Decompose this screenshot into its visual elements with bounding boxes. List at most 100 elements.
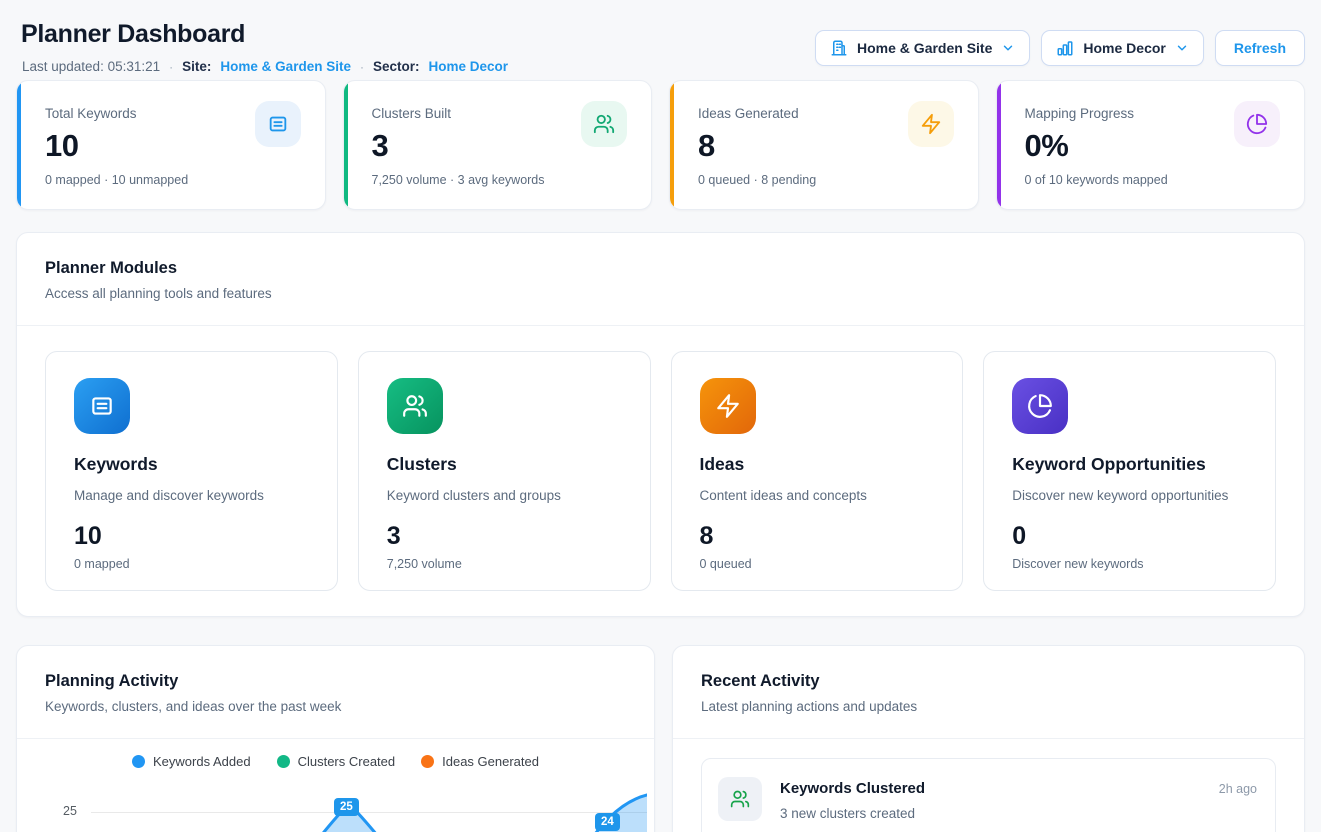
keywords-added-series (91, 786, 647, 832)
planner-dashboard-page: Planner Dashboard Last updated: 05:31:21… (0, 0, 1321, 832)
recent-activity-panel: Recent Activity Latest planning actions … (672, 645, 1305, 832)
building-icon (830, 39, 848, 57)
accent-bar (997, 81, 1001, 209)
legend-label: Keywords Added (153, 754, 251, 769)
activity-list-item: Keywords Clustered 3 new clusters create… (701, 758, 1276, 832)
legend-dot-icon (132, 755, 145, 768)
pie-chart-icon (1234, 101, 1280, 147)
chart-legend: Keywords Added Clusters Created Ideas Ge… (17, 754, 654, 769)
module-description: Keyword clusters and groups (387, 488, 561, 503)
sector-label: Sector: (373, 59, 420, 74)
stat-value: 8 (698, 128, 715, 164)
planning-activity-panel: Planning Activity Keywords, clusters, an… (16, 645, 655, 832)
module-card-keywords[interactable]: Keywords Manage and discover keywords 10… (45, 351, 338, 591)
recent-activity-title: Recent Activity (701, 672, 820, 691)
sector-selector-label: Home Decor (1083, 40, 1165, 56)
divider (17, 325, 1304, 326)
activity-timestamp: 2h ago (1219, 782, 1257, 796)
legend-dot-icon (277, 755, 290, 768)
stats-row: Total Keywords 10 0 mapped · 10 unmapped… (16, 80, 1305, 210)
document-lines-icon (74, 378, 130, 434)
module-card-keyword-opportunities[interactable]: Keyword Opportunities Discover new keywo… (983, 351, 1276, 591)
module-description: Manage and discover keywords (74, 488, 264, 503)
stat-label: Mapping Progress (1025, 106, 1135, 121)
lightning-icon (700, 378, 756, 434)
planner-modules-panel: Planner Modules Access all planning tool… (16, 232, 1305, 617)
stat-card-clusters-built: Clusters Built 3 7,250 volume · 3 avg ke… (343, 80, 653, 210)
meta-separator: · (360, 60, 364, 74)
toolbar: Home & Garden Site Home Decor Refresh (815, 30, 1305, 66)
pie-chart-icon (1012, 378, 1068, 434)
users-icon (718, 777, 762, 821)
legend-label: Clusters Created (298, 754, 396, 769)
module-detail: 0 mapped (74, 557, 130, 571)
accent-bar (17, 81, 21, 209)
users-icon (387, 378, 443, 434)
stat-value: 0% (1025, 128, 1069, 164)
stat-label: Total Keywords (45, 106, 137, 121)
meta-separator: · (169, 60, 173, 74)
last-updated-text: Last updated: 05:31:21 (22, 59, 160, 74)
stat-detail: 0 of 10 keywords mapped (1025, 173, 1168, 187)
module-title: Keywords (74, 454, 158, 475)
site-selector-label: Home & Garden Site (857, 40, 992, 56)
accent-bar (670, 81, 674, 209)
module-value: 3 (387, 522, 401, 551)
stat-value: 10 (45, 128, 78, 164)
stat-detail: 0 mapped · 10 unmapped (45, 173, 188, 187)
stat-card-mapping-progress: Mapping Progress 0% 0 of 10 keywords map… (996, 80, 1306, 210)
module-value: 8 (700, 522, 714, 551)
page-meta: Last updated: 05:31:21 · Site: Home & Ga… (22, 59, 508, 74)
module-value: 10 (74, 522, 102, 551)
data-point-label: 24 (595, 813, 620, 831)
module-description: Content ideas and concepts (700, 488, 867, 503)
planning-activity-title: Planning Activity (45, 672, 178, 691)
stat-value: 3 (372, 128, 389, 164)
lightning-icon (908, 101, 954, 147)
document-lines-icon (255, 101, 301, 147)
data-point-label: 25 (334, 798, 359, 816)
module-title: Keyword Opportunities (1012, 454, 1205, 475)
activity-title: Keywords Clustered (780, 780, 925, 797)
bar-chart-icon (1056, 39, 1074, 57)
modules-subtitle: Access all planning tools and features (45, 286, 272, 301)
module-detail: Discover new keywords (1012, 557, 1143, 571)
divider (17, 738, 654, 739)
site-link[interactable]: Home & Garden Site (220, 59, 351, 74)
module-value: 0 (1012, 522, 1026, 551)
stat-label: Clusters Built (372, 106, 452, 121)
y-axis-tick: 25 (63, 804, 77, 818)
legend-item-keywords-added[interactable]: Keywords Added (132, 754, 251, 769)
chevron-down-icon (1001, 41, 1015, 55)
stat-card-total-keywords: Total Keywords 10 0 mapped · 10 unmapped (16, 80, 326, 210)
module-title: Ideas (700, 454, 745, 475)
module-card-clusters[interactable]: Clusters Keyword clusters and groups 3 7… (358, 351, 651, 591)
site-selector-dropdown[interactable]: Home & Garden Site (815, 30, 1030, 66)
legend-item-clusters-created[interactable]: Clusters Created (277, 754, 396, 769)
module-detail: 7,250 volume (387, 557, 462, 571)
module-description: Discover new keyword opportunities (1012, 488, 1228, 503)
refresh-button[interactable]: Refresh (1215, 30, 1305, 66)
legend-item-ideas-generated[interactable]: Ideas Generated (421, 754, 539, 769)
modules-title: Planner Modules (45, 259, 177, 278)
users-icon (581, 101, 627, 147)
site-label: Site: (182, 59, 211, 74)
legend-label: Ideas Generated (442, 754, 539, 769)
activity-description: 3 new clusters created (780, 806, 915, 821)
recent-activity-subtitle: Latest planning actions and updates (701, 699, 917, 714)
page-title: Planner Dashboard (21, 20, 245, 49)
module-cards-row: Keywords Manage and discover keywords 10… (45, 351, 1276, 591)
stat-label: Ideas Generated (698, 106, 799, 121)
planning-activity-subtitle: Keywords, clusters, and ideas over the p… (45, 699, 341, 714)
accent-bar (344, 81, 348, 209)
module-card-ideas[interactable]: Ideas Content ideas and concepts 8 0 que… (671, 351, 964, 591)
area-chart: 25 24 (91, 786, 647, 832)
stat-detail: 7,250 volume · 3 avg keywords (372, 173, 545, 187)
stat-detail: 0 queued · 8 pending (698, 173, 816, 187)
sector-selector-dropdown[interactable]: Home Decor (1041, 30, 1203, 66)
legend-dot-icon (421, 755, 434, 768)
divider (673, 738, 1304, 739)
stat-card-ideas-generated: Ideas Generated 8 0 queued · 8 pending (669, 80, 979, 210)
module-title: Clusters (387, 454, 457, 475)
sector-link[interactable]: Home Decor (428, 59, 508, 74)
